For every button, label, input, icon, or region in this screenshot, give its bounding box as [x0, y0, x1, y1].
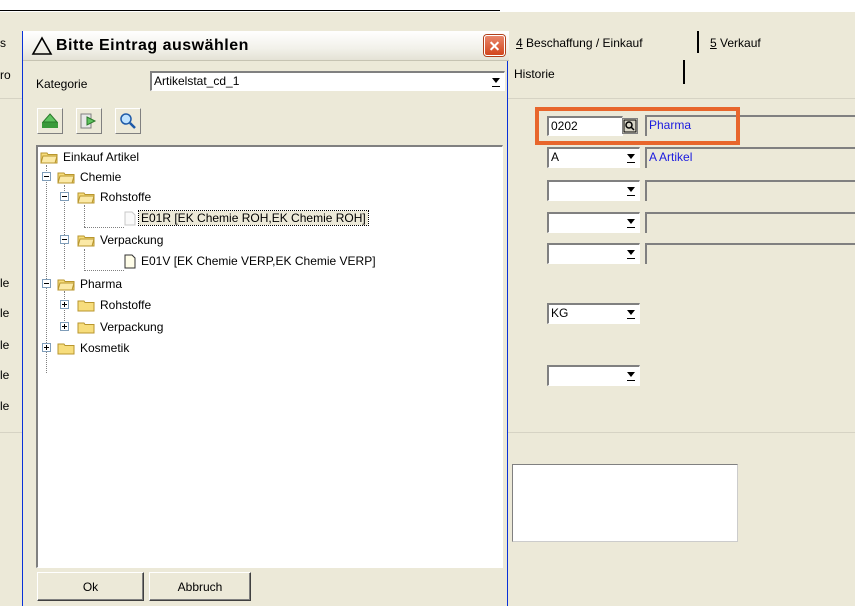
expand-all-button[interactable]: [37, 108, 63, 134]
cut-label: le: [0, 368, 10, 382]
dialog-titlebar[interactable]: Bitte Eintrag auswählen: [23, 31, 509, 61]
tree-connector: [84, 270, 124, 271]
tree-connector: [84, 205, 85, 227]
empty-select[interactable]: [547, 212, 640, 233]
tab-separator: [697, 31, 699, 53]
tree-node-pharma[interactable]: Pharma: [57, 274, 124, 294]
chevron-down-icon: [624, 150, 638, 165]
tree-node-root[interactable]: Einkauf Artikel: [40, 147, 141, 167]
folder-open-icon: [77, 235, 95, 247]
search-button[interactable]: [115, 108, 141, 134]
tab-separator: [683, 60, 685, 84]
cut-label: le: [0, 276, 10, 290]
expand-toggle[interactable]: [42, 343, 51, 352]
folder-icon: [77, 322, 95, 334]
empty-description: [645, 212, 855, 233]
expand-toggle[interactable]: [60, 300, 69, 309]
category-tree[interactable]: Einkauf Artikel Chemie Rohstoffe E01R [E…: [36, 145, 503, 568]
empty-description: [645, 243, 855, 264]
select-entry-dialog: Bitte Eintrag auswählen Kategorie Artike…: [22, 31, 509, 606]
collapse-toggle[interactable]: [42, 172, 51, 181]
tree-node-chemie-verpackung[interactable]: Verpackung: [77, 230, 165, 250]
cut-label: s: [0, 36, 6, 50]
memo-field[interactable]: [512, 464, 738, 542]
folder-open-icon: [77, 192, 95, 204]
tree-node-e01r[interactable]: E01R [EK Chemie ROH,EK Chemie ROH]: [124, 208, 369, 228]
dialog-title: Bitte Eintrag auswählen: [56, 37, 249, 54]
tab-beschaffung[interactable]: 4 Beschaffung / Einkauf: [516, 36, 643, 50]
cut-label: ro: [0, 68, 11, 82]
tab-verkauf[interactable]: 5 Verkauf: [710, 36, 761, 50]
cut-label: le: [0, 306, 10, 320]
collapse-toggle[interactable]: [42, 279, 51, 288]
top-divider: [0, 10, 500, 11]
empty-select[interactable]: [547, 243, 640, 264]
cut-label: le: [0, 338, 10, 352]
kategorie-label: Kategorie: [36, 77, 88, 91]
tree-node-kosmetik[interactable]: Kosmetik: [57, 338, 131, 358]
empty-select[interactable]: [547, 365, 640, 386]
tree-node-pharma-verpackung[interactable]: Verpackung: [77, 317, 165, 337]
highlight-annotation: [535, 107, 740, 145]
tree-node-e01v[interactable]: E01V [EK Chemie VERP,EK Chemie VERP]: [124, 251, 378, 271]
folder-open-icon: [40, 152, 58, 164]
chevron-down-icon: [624, 215, 638, 230]
folder-open-icon: [57, 279, 75, 291]
search-icon: [120, 113, 136, 129]
unit-select[interactable]: KG: [547, 303, 640, 324]
cut-label: le: [0, 399, 10, 413]
chevron-down-icon: [624, 246, 638, 261]
class-select[interactable]: A: [547, 147, 640, 168]
chevron-down-icon: [624, 306, 638, 321]
tree-node-chemie[interactable]: Chemie: [57, 167, 123, 187]
folder-icon: [57, 343, 75, 355]
tree-connector: [84, 249, 85, 269]
collapse-all-button[interactable]: [76, 108, 102, 134]
chevron-down-icon: [624, 183, 638, 198]
document-icon: [124, 211, 136, 225]
document-icon: [124, 254, 136, 268]
cancel-button[interactable]: Abbruch: [149, 572, 251, 601]
empty-select[interactable]: [547, 180, 640, 201]
tree-connector: [84, 227, 124, 228]
ok-button[interactable]: Ok: [37, 572, 144, 601]
chevron-down-icon: [624, 368, 638, 383]
close-button[interactable]: [484, 35, 505, 56]
collapse-toggle[interactable]: [60, 192, 69, 201]
tree-node-chemie-rohstoffe[interactable]: Rohstoffe: [77, 187, 153, 207]
warning-triangle-icon: [31, 36, 53, 55]
tree-connector: [46, 165, 47, 373]
tree-node-pharma-rohstoffe[interactable]: Rohstoffe: [77, 295, 153, 315]
folder-open-icon: [57, 172, 75, 184]
empty-description: [645, 180, 855, 201]
chevron-down-icon: [489, 74, 503, 89]
expand-toggle[interactable]: [60, 322, 69, 331]
folder-icon: [77, 300, 95, 312]
collapse-toggle[interactable]: [60, 235, 69, 244]
class-description: A Artikel: [645, 147, 855, 168]
collapse-all-icon: [80, 113, 97, 129]
expand-all-icon: [41, 113, 59, 128]
kategorie-select[interactable]: Artikelstat_cd_1: [150, 71, 505, 91]
tab-historie[interactable]: Historie: [514, 67, 555, 81]
